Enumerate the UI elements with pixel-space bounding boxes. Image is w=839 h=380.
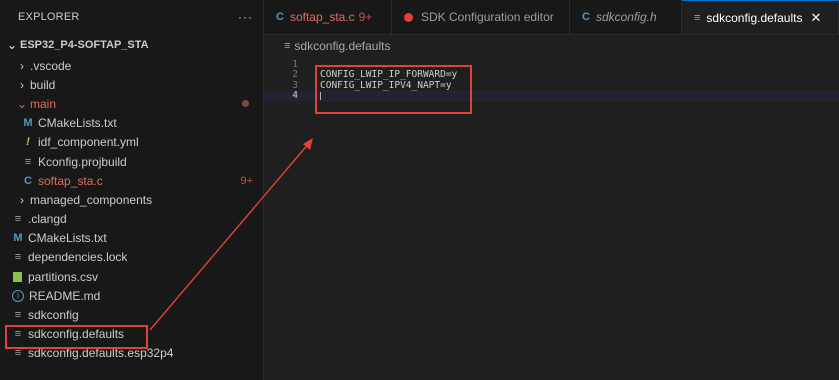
arrow-line [149,141,311,331]
annotation-arrow [149,138,313,331]
